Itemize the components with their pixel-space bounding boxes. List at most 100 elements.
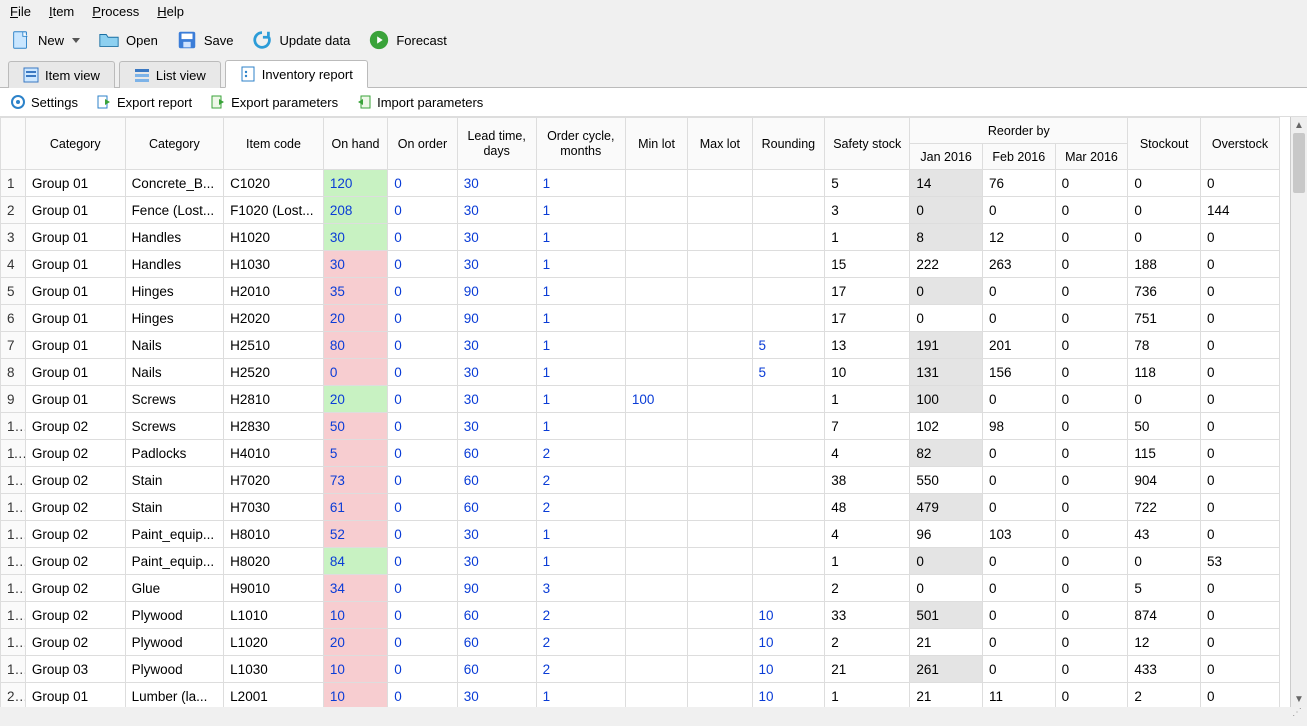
cell-lead-time[interactable]: 30	[457, 521, 536, 548]
cell-lead-time[interactable]: 60	[457, 602, 536, 629]
cell-rownum[interactable]: 12	[1, 467, 26, 494]
cell-on-hand[interactable]: 120	[323, 170, 387, 197]
cell-safety-stock[interactable]: 2	[825, 629, 910, 656]
cell-category[interactable]: Group 01	[25, 683, 125, 708]
table-row[interactable]: 13Group 02StainH703061060248479007220	[1, 494, 1280, 521]
cell-rownum[interactable]: 14	[1, 521, 26, 548]
cell-rownum[interactable]: 9	[1, 386, 26, 413]
cell-on-order[interactable]: 0	[388, 386, 458, 413]
cell-lead-time[interactable]: 30	[457, 548, 536, 575]
cell-rounding[interactable]	[752, 251, 825, 278]
cell-on-hand[interactable]: 5	[323, 440, 387, 467]
cell-safety-stock[interactable]: 3	[825, 197, 910, 224]
cell-rounding[interactable]	[752, 494, 825, 521]
col-category[interactable]: Category	[25, 118, 125, 170]
cell-on-hand[interactable]: 10	[323, 683, 387, 708]
cell-reorder-jan[interactable]: 21	[910, 629, 983, 656]
cell-category[interactable]: Group 02	[25, 575, 125, 602]
cell-on-order[interactable]: 0	[388, 332, 458, 359]
cell-overstock[interactable]: 144	[1200, 197, 1279, 224]
cell-item-code[interactable]: L1030	[224, 656, 324, 683]
cell-reorder-mar[interactable]: 0	[1055, 332, 1128, 359]
cell-reorder-mar[interactable]: 0	[1055, 467, 1128, 494]
menu-process[interactable]: Process	[92, 4, 139, 19]
cell-on-hand[interactable]: 10	[323, 656, 387, 683]
col-on-order[interactable]: On order	[388, 118, 458, 170]
cell-category2[interactable]: Hinges	[125, 278, 224, 305]
cell-item-code[interactable]: H2520	[224, 359, 324, 386]
cell-safety-stock[interactable]: 13	[825, 332, 910, 359]
col-feb-2016[interactable]: Feb 2016	[982, 144, 1055, 170]
cell-category2[interactable]: Concrete_B...	[125, 170, 224, 197]
cell-stockout[interactable]: 0	[1128, 170, 1201, 197]
cell-reorder-jan[interactable]: 222	[910, 251, 983, 278]
cell-reorder-jan[interactable]: 96	[910, 521, 983, 548]
cell-overstock[interactable]: 0	[1200, 521, 1279, 548]
cell-reorder-feb[interactable]: 0	[982, 386, 1055, 413]
cell-category2[interactable]: Nails	[125, 332, 224, 359]
cell-on-hand[interactable]: 84	[323, 548, 387, 575]
cell-rounding[interactable]	[752, 197, 825, 224]
cell-on-hand[interactable]: 20	[323, 629, 387, 656]
cell-rownum[interactable]: 5	[1, 278, 26, 305]
cell-category[interactable]: Group 01	[25, 251, 125, 278]
cell-on-order[interactable]: 0	[388, 170, 458, 197]
cell-reorder-feb[interactable]: 11	[982, 683, 1055, 708]
tab-item-view[interactable]: Item view	[8, 61, 115, 88]
cell-safety-stock[interactable]: 1	[825, 683, 910, 708]
cell-order-cycle[interactable]: 1	[536, 521, 625, 548]
cell-reorder-jan[interactable]: 131	[910, 359, 983, 386]
cell-item-code[interactable]: H9010	[224, 575, 324, 602]
scroll-up-arrow[interactable]: ▲	[1291, 117, 1307, 133]
cell-stockout[interactable]: 0	[1128, 224, 1201, 251]
cell-min-lot[interactable]	[625, 440, 687, 467]
cell-rownum[interactable]: 16	[1, 575, 26, 602]
cell-item-code[interactable]: L2001	[224, 683, 324, 708]
menu-file[interactable]: File	[10, 4, 31, 19]
cell-order-cycle[interactable]: 2	[536, 494, 625, 521]
cell-stockout[interactable]: 904	[1128, 467, 1201, 494]
cell-item-code[interactable]: H8010	[224, 521, 324, 548]
cell-category[interactable]: Group 02	[25, 602, 125, 629]
cell-reorder-feb[interactable]: 201	[982, 332, 1055, 359]
cell-order-cycle[interactable]: 2	[536, 467, 625, 494]
cell-on-order[interactable]: 0	[388, 521, 458, 548]
cell-min-lot[interactable]	[625, 602, 687, 629]
cell-max-lot[interactable]	[688, 467, 752, 494]
cell-rounding[interactable]: 10	[752, 656, 825, 683]
cell-max-lot[interactable]	[688, 170, 752, 197]
cell-rounding[interactable]	[752, 467, 825, 494]
cell-reorder-mar[interactable]: 0	[1055, 251, 1128, 278]
cell-min-lot[interactable]	[625, 251, 687, 278]
cell-on-order[interactable]: 0	[388, 197, 458, 224]
cell-stockout[interactable]: 722	[1128, 494, 1201, 521]
col-min-lot[interactable]: Min lot	[625, 118, 687, 170]
cell-reorder-mar[interactable]: 0	[1055, 440, 1128, 467]
cell-max-lot[interactable]	[688, 440, 752, 467]
scroll-thumb[interactable]	[1293, 133, 1305, 193]
cell-reorder-mar[interactable]: 0	[1055, 548, 1128, 575]
cell-max-lot[interactable]	[688, 332, 752, 359]
cell-on-order[interactable]: 0	[388, 656, 458, 683]
cell-category2[interactable]: Stain	[125, 494, 224, 521]
cell-max-lot[interactable]	[688, 413, 752, 440]
cell-order-cycle[interactable]: 1	[536, 332, 625, 359]
cell-lead-time[interactable]: 30	[457, 413, 536, 440]
cell-reorder-jan[interactable]: 0	[910, 278, 983, 305]
cell-reorder-mar[interactable]: 0	[1055, 359, 1128, 386]
cell-category2[interactable]: Fence (Lost...	[125, 197, 224, 224]
cell-reorder-feb[interactable]: 0	[982, 440, 1055, 467]
cell-reorder-jan[interactable]: 100	[910, 386, 983, 413]
cell-order-cycle[interactable]: 3	[536, 575, 625, 602]
cell-order-cycle[interactable]: 1	[536, 278, 625, 305]
cell-on-hand[interactable]: 10	[323, 602, 387, 629]
cell-reorder-jan[interactable]: 550	[910, 467, 983, 494]
cell-overstock[interactable]: 0	[1200, 494, 1279, 521]
cell-item-code[interactable]: H1020	[224, 224, 324, 251]
cell-on-order[interactable]: 0	[388, 278, 458, 305]
cell-safety-stock[interactable]: 33	[825, 602, 910, 629]
cell-min-lot[interactable]	[625, 305, 687, 332]
cell-max-lot[interactable]	[688, 386, 752, 413]
cell-max-lot[interactable]	[688, 575, 752, 602]
cell-reorder-mar[interactable]: 0	[1055, 413, 1128, 440]
